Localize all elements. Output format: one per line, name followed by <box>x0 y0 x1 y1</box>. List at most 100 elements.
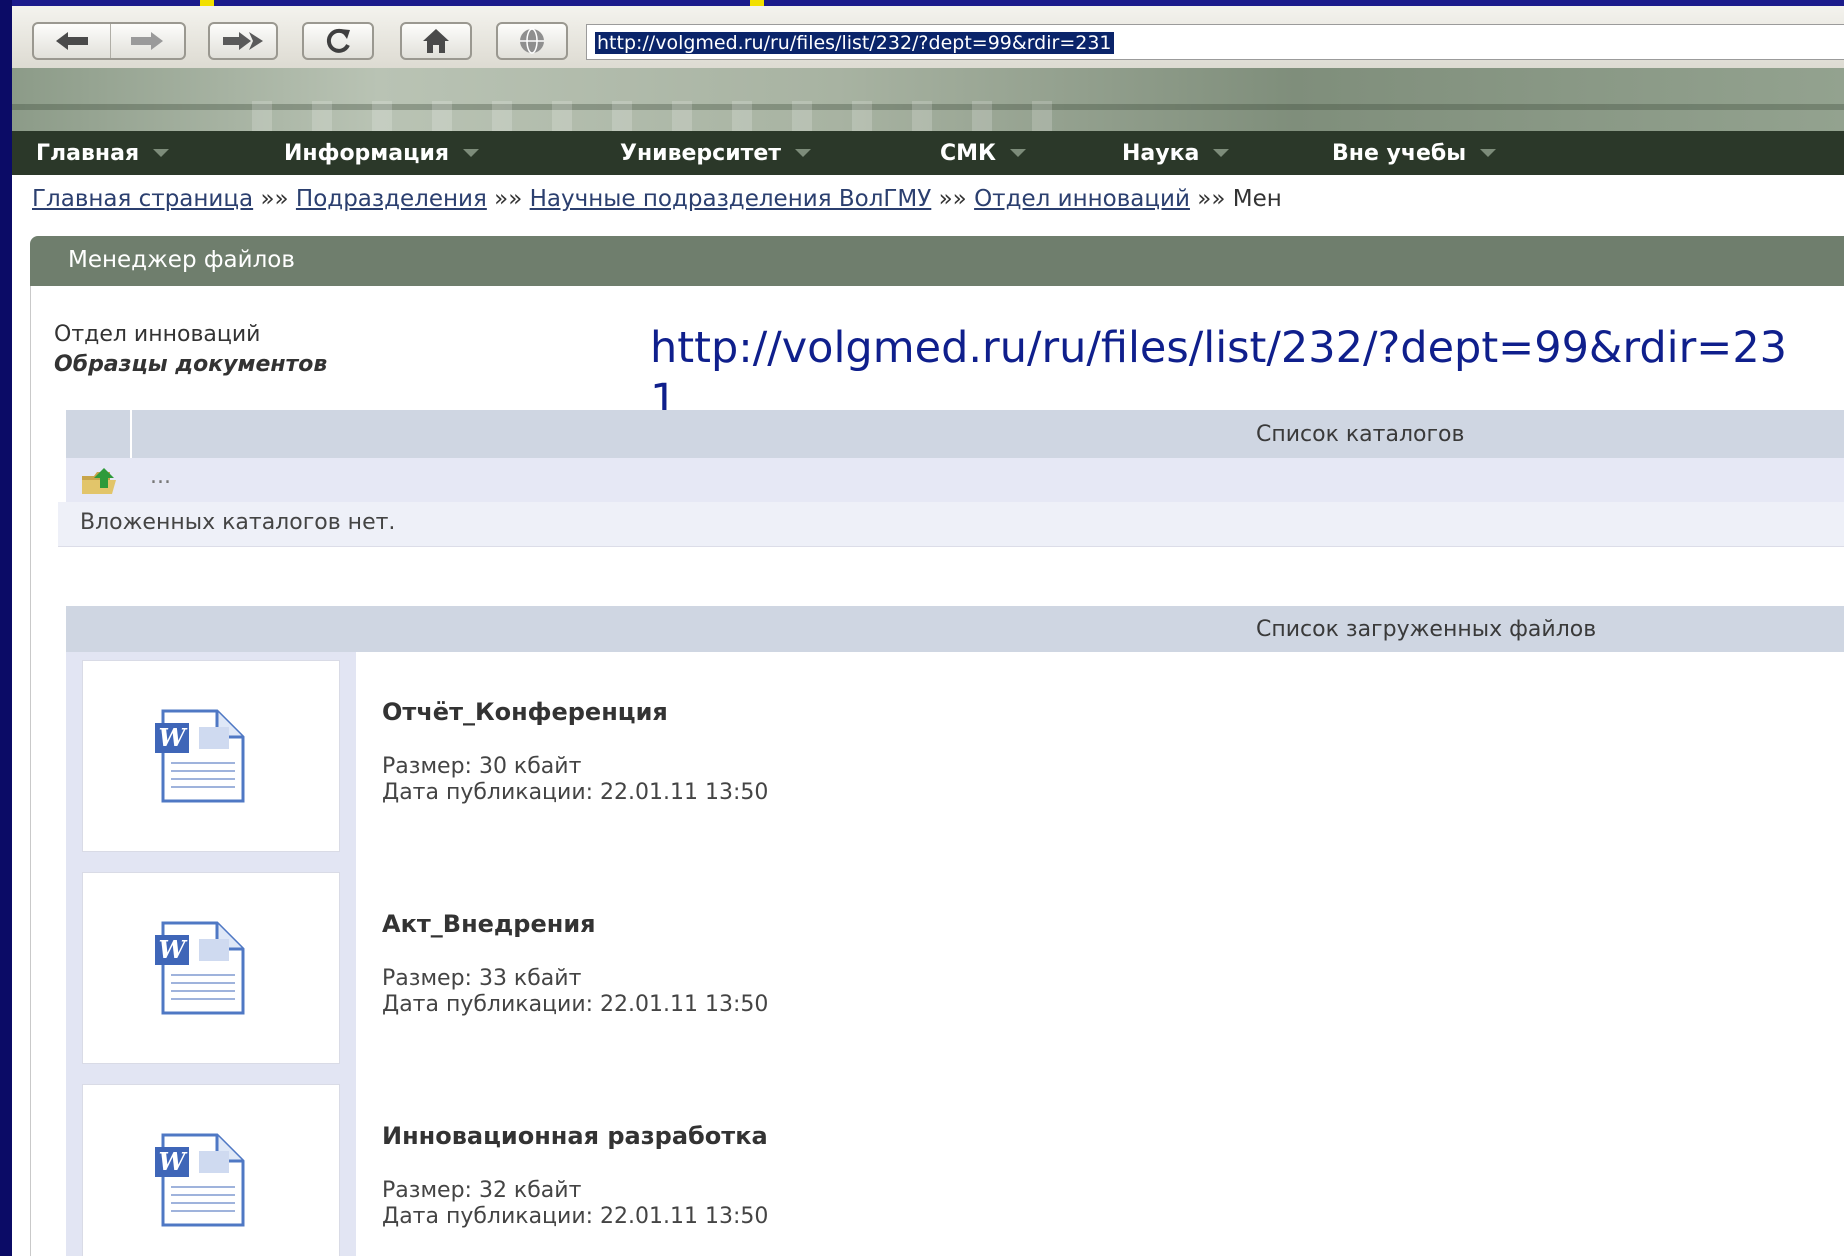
svg-text:W: W <box>159 1147 188 1176</box>
banner-column <box>672 101 692 131</box>
file-row: W Отчёт_Конференция Размер: 30 кбайт Дат… <box>66 652 1844 864</box>
banner-column <box>792 101 812 131</box>
banner-column <box>432 101 452 131</box>
catalog-up-row[interactable]: ... <box>66 458 1844 502</box>
nav-item-home[interactable]: Главная <box>36 131 170 175</box>
breadcrumb-link[interactable]: Подразделения <box>296 186 487 212</box>
breadcrumb-separator: »» <box>260 186 289 212</box>
address-bar[interactable]: http://volgmed.ru/ru/files/list/232/?dep… <box>586 24 1844 60</box>
file-name[interactable]: Инновационная разработка <box>382 1122 768 1150</box>
catalog-table-title: Список каталогов <box>1256 422 1465 447</box>
parent-directory-link[interactable]: ... <box>150 464 171 489</box>
word-document-icon: W <box>155 1133 245 1227</box>
banner-column <box>612 101 632 131</box>
reload-icon <box>326 28 350 53</box>
chevron-down-icon <box>1010 149 1027 157</box>
banner-column <box>492 101 512 131</box>
nav-item-info[interactable]: Информация <box>284 131 479 175</box>
nav-item-university[interactable]: Университет <box>620 131 812 175</box>
fast-forward-icon <box>223 32 263 50</box>
file-thumb-cell: W <box>66 864 356 1076</box>
breadcrumb-separator: »» <box>1197 186 1226 212</box>
svg-text:W: W <box>159 935 188 964</box>
reload-button[interactable] <box>302 22 374 60</box>
nav-item-label: Главная <box>36 140 140 166</box>
word-document-icon: W <box>155 709 245 803</box>
browser-screenshot: http://volgmed.ru/ru/files/list/232/?dep… <box>12 0 1844 1256</box>
breadcrumb-separator: »» <box>938 186 967 212</box>
file-name[interactable]: Отчёт_Конференция <box>382 698 668 726</box>
department-name: Отдел инноваций <box>54 322 261 347</box>
banner-column <box>972 101 992 131</box>
chevron-down-icon <box>795 149 812 157</box>
catalog-table-header: Список каталогов <box>66 410 1844 458</box>
file-date: Дата публикации: 22.01.11 13:50 <box>382 1204 769 1229</box>
file-date: Дата публикации: 22.01.11 13:50 <box>382 992 769 1017</box>
file-thumb-cell: W <box>66 652 356 864</box>
nav-item-label: Наука <box>1122 140 1200 166</box>
banner-column <box>552 101 572 131</box>
chevron-down-icon <box>1480 149 1497 157</box>
folder-subtitle: Образцы документов <box>54 352 328 377</box>
banner-column <box>252 101 272 131</box>
chevron-down-icon <box>153 149 170 157</box>
chevron-down-icon <box>462 149 479 157</box>
file-thumb-cell: W <box>66 1076 356 1256</box>
banner-column <box>912 101 932 131</box>
nav-item-extracurricular[interactable]: Вне учебы <box>1332 131 1497 175</box>
nav-item-science[interactable]: Наука <box>1122 131 1230 175</box>
nav-item-smk[interactable]: СМК <box>940 131 1027 175</box>
catalog-empty-row: Вложенных каталогов нет. <box>58 502 1844 547</box>
file-thumbnail[interactable]: W <box>82 1084 340 1256</box>
breadcrumb-separator: »» <box>494 186 523 212</box>
file-thumbnail[interactable]: W <box>82 660 340 852</box>
files-table-header: Список загруженных файлов <box>66 606 1844 652</box>
banner-column <box>1032 101 1052 131</box>
banner-column <box>372 101 392 131</box>
forward-arrow-icon <box>131 32 163 50</box>
site-info-button[interactable] <box>496 22 568 60</box>
nav-item-label: Университет <box>620 140 782 166</box>
forward-button[interactable] <box>110 24 184 58</box>
file-size: Размер: 32 кбайт <box>382 1178 582 1203</box>
file-size: Размер: 30 кбайт <box>382 754 582 779</box>
breadcrumb: Главная страница »» Подразделения »» Нау… <box>32 186 1844 218</box>
banner-column <box>732 101 752 131</box>
catalog-icon-column <box>66 410 132 458</box>
home-button[interactable] <box>400 22 472 60</box>
breadcrumb-current: Мен <box>1232 186 1282 212</box>
banner-column <box>312 101 332 131</box>
panel-title: Менеджер файлов <box>68 247 295 273</box>
folder-up-icon[interactable] <box>80 466 120 496</box>
chevron-down-icon <box>1213 149 1230 157</box>
back-arrow-icon <box>56 32 88 50</box>
file-row: W Инновационная разработка Размер: 32 кб… <box>66 1076 1844 1256</box>
back-forward-group <box>32 22 186 60</box>
home-icon <box>423 29 449 53</box>
word-document-icon: W <box>155 921 245 1015</box>
fast-forward-button[interactable] <box>208 22 278 60</box>
catalog-empty-text: Вложенных каталогов нет. <box>80 510 396 535</box>
files-table-title: Список загруженных файлов <box>1256 617 1597 642</box>
address-url[interactable]: http://volgmed.ru/ru/files/list/232/?dep… <box>595 32 1114 54</box>
site-banner <box>12 68 1844 131</box>
slide-frame: http://volgmed.ru/ru/files/list/232/?dep… <box>0 0 1844 1256</box>
nav-item-label: СМК <box>940 140 997 166</box>
nav-item-label: Вне учебы <box>1332 140 1467 166</box>
file-name[interactable]: Акт_Внедрения <box>382 910 596 938</box>
file-thumbnail[interactable]: W <box>82 872 340 1064</box>
breadcrumb-link[interactable]: Главная страница <box>32 186 253 212</box>
file-size: Размер: 33 кбайт <box>382 966 582 991</box>
svg-text:W: W <box>159 723 188 752</box>
browser-toolbar: http://volgmed.ru/ru/files/list/232/?dep… <box>12 6 1844 69</box>
breadcrumb-link[interactable]: Научные подразделения ВолГМУ <box>530 186 932 212</box>
banner-column <box>852 101 872 131</box>
file-date: Дата публикации: 22.01.11 13:50 <box>382 780 769 805</box>
slide-left-border <box>0 0 12 1256</box>
globe-icon <box>520 28 544 54</box>
breadcrumb-link[interactable]: Отдел инноваций <box>974 186 1190 212</box>
file-row: W Акт_Внедрения Размер: 33 кбайт Дата пу… <box>66 864 1844 1076</box>
back-button[interactable] <box>34 24 111 58</box>
panel-header: Менеджер файлов <box>30 236 1844 286</box>
nav-item-label: Информация <box>284 140 449 166</box>
